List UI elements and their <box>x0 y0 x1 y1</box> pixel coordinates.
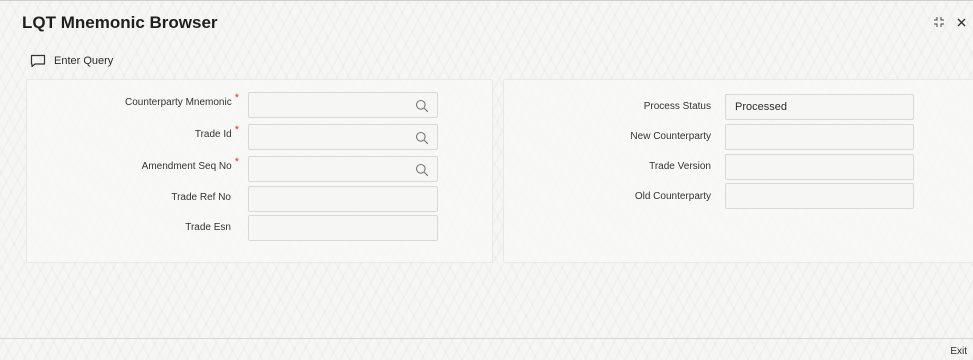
new-counterparty-input[interactable] <box>726 125 913 149</box>
trade-version-field <box>725 154 914 180</box>
trade-ref-no-field <box>248 186 438 212</box>
chat-bubble-icon <box>30 54 46 68</box>
search-icon[interactable] <box>415 163 429 177</box>
trade-esn-label-row: Trade Esn <box>185 222 231 233</box>
enter-query-button[interactable]: Enter Query <box>30 54 113 68</box>
search-icon[interactable] <box>415 131 429 145</box>
old-counterparty-input[interactable] <box>726 184 913 208</box>
trade-id-input[interactable] <box>249 125 437 149</box>
close-icon <box>957 18 965 26</box>
amendment-seq-no-label: Amendment Seq No <box>141 160 232 172</box>
trade-id-label-row: Trade Id * <box>194 124 239 140</box>
process-status-field <box>725 94 914 120</box>
enter-query-label: Enter Query <box>54 55 114 67</box>
counterparty-mnemonic-label: Counterparty Mnemonic <box>125 96 232 108</box>
amendment-seq-no-label-row: Amendment Seq No * <box>141 156 239 172</box>
trade-ref-no-label: Trade Ref No <box>171 192 231 203</box>
new-counterparty-label: New Counterparty <box>630 131 711 142</box>
close-button[interactable] <box>953 14 969 30</box>
counterparty-mnemonic-input[interactable] <box>249 93 437 117</box>
required-marker: * <box>234 124 239 136</box>
counterparty-mnemonic-field <box>248 92 438 118</box>
counterparty-mnemonic-label-row: Counterparty Mnemonic * <box>125 92 239 108</box>
trade-id-field <box>248 124 438 150</box>
old-counterparty-field <box>725 183 914 209</box>
maximize-icon <box>934 17 944 27</box>
amendment-seq-no-field <box>248 156 438 182</box>
old-counterparty-label-row: Old Counterparty <box>635 191 711 202</box>
footer-divider <box>0 338 973 339</box>
trade-version-label: Trade Version <box>649 161 711 172</box>
trade-esn-input[interactable] <box>249 216 437 240</box>
window-controls <box>931 14 969 30</box>
process-status-input[interactable] <box>726 95 913 119</box>
search-icon[interactable] <box>415 99 429 113</box>
top-divider <box>0 0 973 1</box>
trade-id-label: Trade Id <box>194 128 232 140</box>
trade-ref-no-input[interactable] <box>249 187 437 211</box>
trade-esn-label: Trade Esn <box>185 222 231 233</box>
process-status-label: Process Status <box>643 101 711 112</box>
old-counterparty-label: Old Counterparty <box>634 191 711 202</box>
required-marker: * <box>234 92 239 104</box>
required-marker: * <box>234 156 239 168</box>
amendment-seq-no-input[interactable] <box>249 157 437 181</box>
trade-ref-no-label-row: Trade Ref No <box>171 192 231 203</box>
trade-version-input[interactable] <box>726 155 913 179</box>
trade-esn-field <box>248 215 438 241</box>
maximize-button[interactable] <box>931 14 947 30</box>
page-title: LQT Mnemonic Browser <box>22 13 218 32</box>
exit-button[interactable]: Exit <box>950 346 967 357</box>
new-counterparty-field <box>725 124 914 150</box>
new-counterparty-label-row: New Counterparty <box>630 131 711 142</box>
process-status-label-row: Process Status <box>644 101 711 112</box>
trade-version-label-row: Trade Version <box>649 161 711 172</box>
